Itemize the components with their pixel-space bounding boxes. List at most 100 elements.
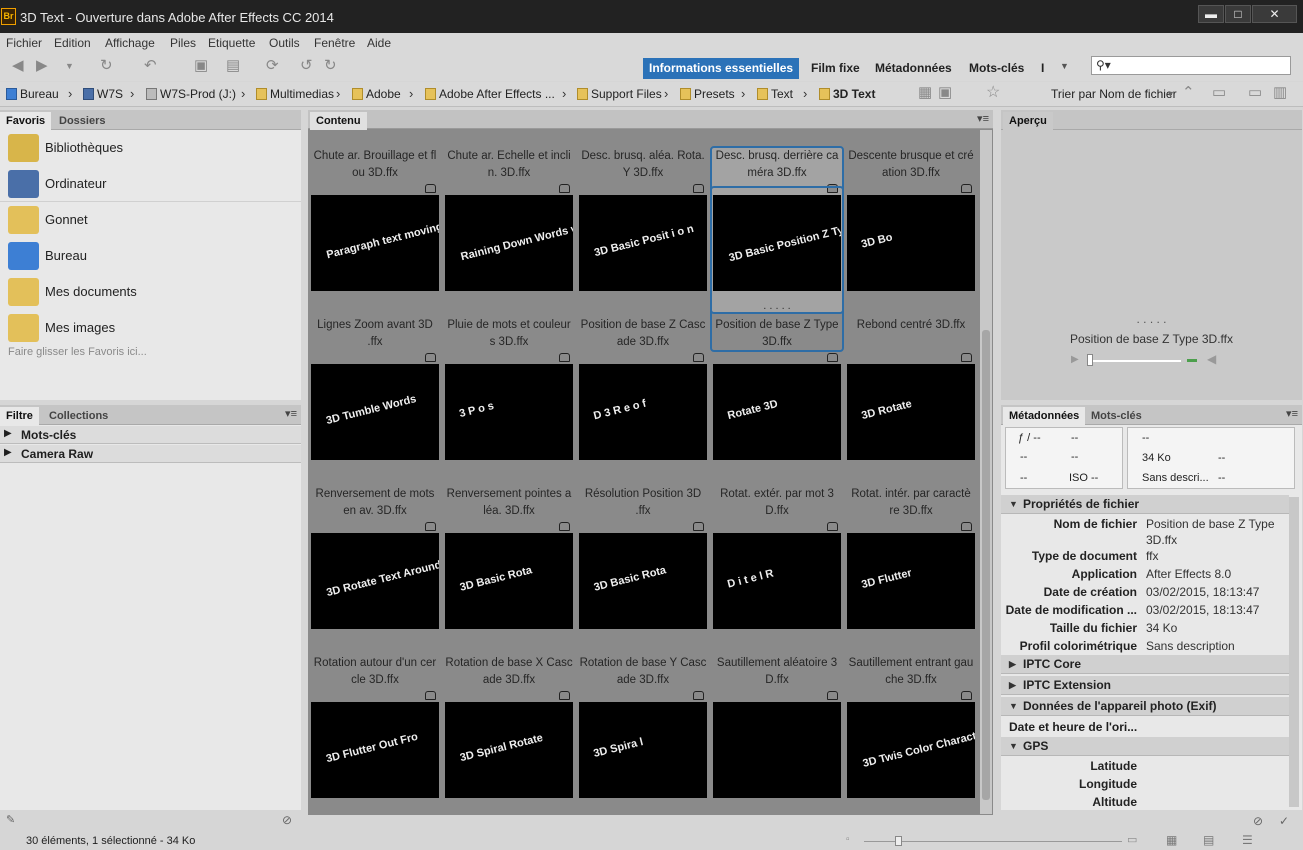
history-icon[interactable]: ↻: [100, 58, 113, 74]
open-folder-icon[interactable]: ▭: [1212, 85, 1226, 101]
maximize-button[interactable]: □: [1225, 5, 1251, 23]
thumbnail-item[interactable]: Lignes Zoom avant 3D .ffx 3D Tumble Words: [311, 317, 439, 460]
recent-dropdown-icon[interactable]: ▼: [65, 58, 74, 74]
grid-view-icon[interactable]: ▦: [918, 85, 932, 101]
thumbnail-size-slider[interactable]: [864, 841, 1122, 842]
play-icon[interactable]: ▶: [1071, 354, 1079, 365]
tab-favorites[interactable]: Favoris: [0, 112, 52, 130]
refine-icon[interactable]: ▤: [226, 58, 240, 74]
boomerang-icon[interactable]: ↶: [144, 58, 157, 74]
slider-handle[interactable]: [895, 836, 902, 846]
thumbnail-item[interactable]: Rebond centré 3D.ffx 3D Rotate: [847, 317, 975, 460]
thumbnail-item[interactable]: Pluie de mots et couleur s 3D.ffx 3 P o s: [445, 317, 573, 460]
thumbnail-item[interactable]: Chute ar. Brouillage et fl ou 3D.ffx Para…: [311, 148, 439, 291]
breadcrumb-item[interactable]: W7S-Prod (J:): [146, 87, 236, 101]
open-recent-icon[interactable]: ⟳: [266, 58, 279, 74]
favorite-pictures[interactable]: Mes images: [8, 312, 298, 344]
favorite-libraries[interactable]: Bibliothèques: [8, 132, 298, 164]
thumbnail-item[interactable]: Rotation autour d'un cer cle 3D.ffx 3D Fl…: [311, 655, 439, 798]
filter-camera-raw[interactable]: ▶ Camera Raw: [0, 445, 301, 463]
scrollbar-thumb[interactable]: [982, 330, 990, 800]
rotate-right-icon[interactable]: ↻: [324, 58, 337, 74]
apply-icon[interactable]: ✓: [1279, 814, 1289, 828]
thumbnail-item[interactable]: Rotation de base Y Casc ade 3D.ffx 3D Spi…: [579, 655, 707, 798]
search-input[interactable]: ⚲▾: [1091, 56, 1291, 75]
close-button[interactable]: ✕: [1252, 5, 1297, 23]
sort-ascending-icon[interactable]: ⌃: [1182, 85, 1195, 101]
thumbnail-item[interactable]: Sautillement aléatoire 3 D.ffx: [713, 655, 841, 798]
thumbnail-item[interactable]: Rotat. extér. par mot 3 D.ffx D i t e l R: [713, 486, 841, 629]
breadcrumb-item[interactable]: W7S: [83, 87, 123, 101]
breadcrumb-current[interactable]: 3D Text: [819, 87, 875, 101]
zoom-in-icon[interactable]: ▭: [1127, 833, 1137, 846]
clear-filter-icon[interactable]: ⊘: [282, 813, 292, 827]
workspace-more[interactable]: I: [1035, 58, 1050, 79]
thumbnail-item[interactable]: Renversement pointes a léa. 3D.ffx 3D Bas…: [445, 486, 573, 629]
panel-menu-icon[interactable]: ▾≡: [977, 112, 989, 125]
playback-slider[interactable]: [1089, 360, 1181, 362]
tab-preview[interactable]: Aperçu: [1003, 112, 1053, 130]
star-rating-icon[interactable]: ☆: [986, 85, 1000, 101]
tab-metadata[interactable]: Métadonnées: [1003, 407, 1086, 425]
grid-lock-icon[interactable]: ▦: [1166, 833, 1177, 847]
forward-icon[interactable]: ▶: [36, 58, 48, 74]
menu-edition[interactable]: Edition: [54, 36, 91, 50]
menu-aide[interactable]: Aide: [367, 36, 391, 50]
thumbnail-item[interactable]: Sautillement entrant gau che 3D.ffx 3D Tw…: [847, 655, 975, 798]
back-icon[interactable]: ◀: [12, 58, 24, 74]
sort-dropdown[interactable]: Trier par Nom de fichier: [1051, 87, 1177, 101]
rotate-left-icon[interactable]: ↺: [300, 58, 313, 74]
thumbnail-item[interactable]: Rotation de base X Casc ade 3D.ffx 3D Spi…: [445, 655, 573, 798]
menu-outils[interactable]: Outils: [269, 36, 300, 50]
breadcrumb-item[interactable]: Bureau: [6, 87, 59, 101]
tab-filter[interactable]: Filtre: [0, 407, 39, 425]
chevron-down-icon[interactable]: ▼: [1166, 86, 1175, 102]
minimize-button[interactable]: ▬: [1198, 5, 1224, 23]
menu-piles[interactable]: Piles: [170, 36, 196, 50]
section-iptc-extension[interactable]: ▶ IPTC Extension: [1001, 676, 1289, 695]
thumbnail-item[interactable]: Rotat. intér. par caractè re 3D.ffx 3D Fl…: [847, 486, 975, 629]
pin-icon[interactable]: ✎: [6, 813, 15, 826]
workspace-essentials[interactable]: Informations essentielles: [643, 58, 800, 79]
section-gps[interactable]: ▼ GPS: [1001, 737, 1289, 756]
thumbnail-quality-icon[interactable]: ▣: [938, 85, 952, 101]
workspace-dropdown-icon[interactable]: ▼: [1060, 58, 1069, 74]
breadcrumb-item[interactable]: Multimedias: [256, 87, 334, 101]
selected-item[interactable]: [710, 186, 844, 352]
content-scrollbar[interactable]: [980, 130, 992, 814]
breadcrumb-item[interactable]: Support Files: [577, 87, 662, 101]
thumbnail-item[interactable]: Résolution Position 3D .ffx 3D Basic Rota: [579, 486, 707, 629]
breadcrumb-item[interactable]: Adobe After Effects ...: [425, 87, 555, 101]
metadata-scrollbar[interactable]: [1289, 497, 1299, 807]
breadcrumb-item[interactable]: Text: [757, 87, 793, 101]
volume-icon[interactable]: ◀: [1207, 352, 1216, 366]
thumbnail-item[interactable]: Desc. brusq. aléa. Rota. Y 3D.ffx 3D Basi…: [579, 148, 707, 291]
favorite-desktop[interactable]: Bureau: [8, 240, 298, 272]
tab-content[interactable]: Contenu: [310, 112, 367, 130]
new-folder-icon[interactable]: ▭: [1248, 85, 1262, 101]
section-exif[interactable]: ▼ Données de l'appareil photo (Exif): [1001, 697, 1289, 716]
breadcrumb-item[interactable]: Presets: [680, 87, 735, 101]
filter-keywords[interactable]: ▶ Mots-clés: [0, 426, 301, 444]
tab-collections[interactable]: Collections: [43, 407, 114, 425]
menu-etiquette[interactable]: Etiquette: [208, 36, 255, 50]
tab-keywords[interactable]: Mots-clés: [1085, 407, 1148, 425]
menu-affichage[interactable]: Affichage: [105, 36, 155, 50]
thumbnail-item[interactable]: Descente brusque et cré ation 3D.ffx 3D B…: [847, 148, 975, 291]
favorite-gonnet[interactable]: Gonnet: [8, 204, 298, 236]
thumbnail-item[interactable]: Renversement de mots en av. 3D.ffx 3D Rot…: [311, 486, 439, 629]
menu-fenetre[interactable]: Fenêtre: [314, 36, 355, 50]
favorite-documents[interactable]: Mes documents: [8, 276, 298, 308]
workspace-metadata[interactable]: Métadonnées: [869, 58, 958, 79]
workspace-keywords[interactable]: Mots-clés: [963, 58, 1030, 79]
favorite-computer[interactable]: Ordinateur: [8, 168, 298, 200]
panel-menu-icon[interactable]: ▾≡: [285, 407, 297, 420]
panel-menu-icon[interactable]: ▾≡: [1286, 407, 1298, 420]
camera-icon[interactable]: ▣: [194, 58, 208, 74]
loop-icon[interactable]: ▬: [1187, 354, 1197, 365]
breadcrumb-item[interactable]: Adobe: [352, 87, 401, 101]
zoom-out-icon[interactable]: ▫: [846, 834, 850, 845]
section-iptc-core[interactable]: ▶ IPTC Core: [1001, 655, 1289, 674]
thumbnail-item[interactable]: Position de base Z Casc ade 3D.ffx D 3 R …: [579, 317, 707, 460]
playback-slider-handle[interactable]: [1087, 354, 1093, 366]
